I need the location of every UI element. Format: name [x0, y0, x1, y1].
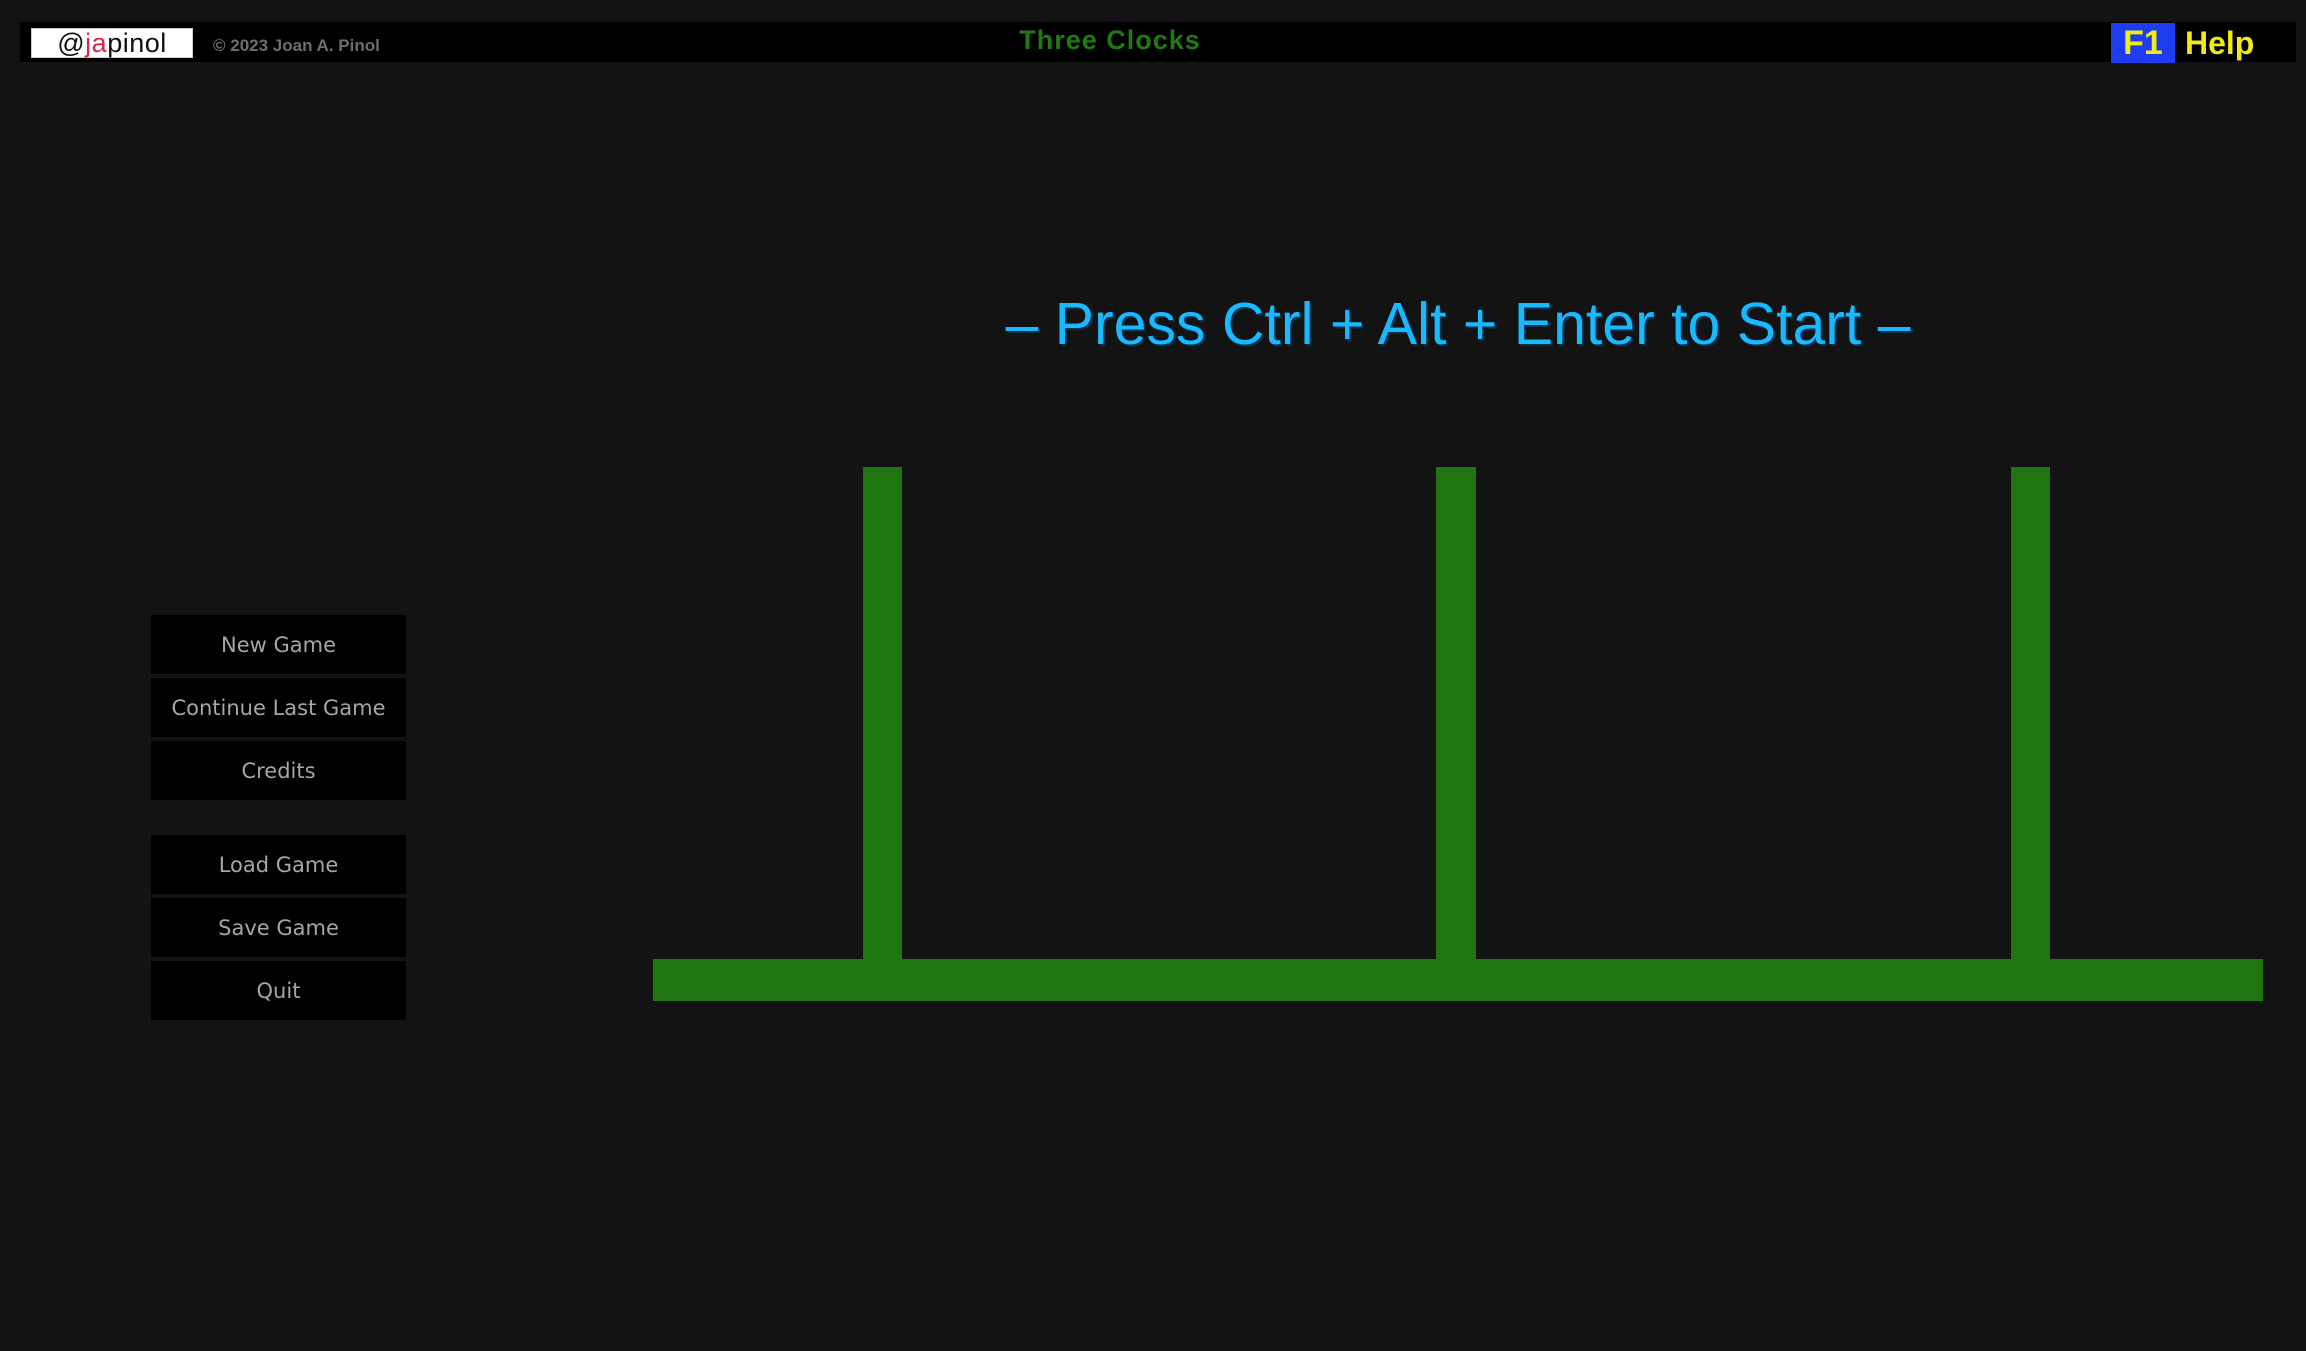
peg-middle[interactable]: [1436, 467, 1476, 963]
board-base: [653, 959, 2263, 1001]
load-game-button[interactable]: Load Game: [151, 835, 406, 894]
start-prompt: – Press Ctrl + Alt + Enter to Start –: [1005, 291, 1911, 357]
file-menu: Load Game Save Game Quit: [151, 835, 406, 1024]
tower-board: [653, 465, 2263, 1001]
peg-right[interactable]: [2011, 467, 2050, 963]
game-title: Three Clocks: [1019, 25, 1201, 55]
credits-button[interactable]: Credits: [151, 741, 406, 800]
peg-left[interactable]: [863, 467, 902, 963]
help-button[interactable]: F1 Help: [2111, 23, 2254, 63]
tower-board-svg: [653, 467, 2263, 1001]
f1-key-icon: F1: [2111, 23, 2175, 63]
main-menu: New Game Continue Last Game Credits: [151, 615, 406, 804]
new-game-button[interactable]: New Game: [151, 615, 406, 674]
continue-last-game-button[interactable]: Continue Last Game: [151, 678, 406, 737]
help-label: Help: [2185, 24, 2255, 61]
top-bar: @ ja pinol © 2023 Joan A. Pinol Three Cloc…: [20, 22, 2296, 63]
quit-button[interactable]: Quit: [151, 961, 406, 1020]
save-game-button[interactable]: Save Game: [151, 898, 406, 957]
